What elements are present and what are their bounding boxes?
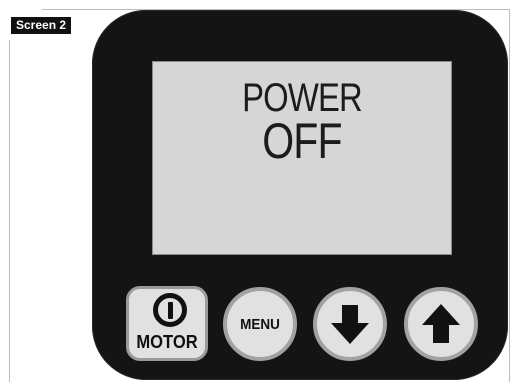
motor-button-label: MOTOR: [136, 332, 198, 352]
frame-border-left: [9, 40, 10, 382]
power-icon: [153, 293, 187, 327]
menu-button[interactable]: MENU: [223, 287, 297, 361]
screen-label: Screen 2: [11, 17, 72, 34]
frame-border-right: [509, 9, 510, 382]
down-arrow-icon: [331, 305, 369, 344]
down-button[interactable]: [313, 287, 387, 361]
display-line-2: OFF: [262, 113, 342, 169]
menu-button-label: MENU: [240, 315, 280, 333]
up-button[interactable]: [404, 287, 478, 361]
motor-button[interactable]: MOTOR: [126, 286, 208, 361]
lcd-display: POWER OFF: [152, 61, 452, 255]
up-arrow-icon: [422, 304, 460, 343]
